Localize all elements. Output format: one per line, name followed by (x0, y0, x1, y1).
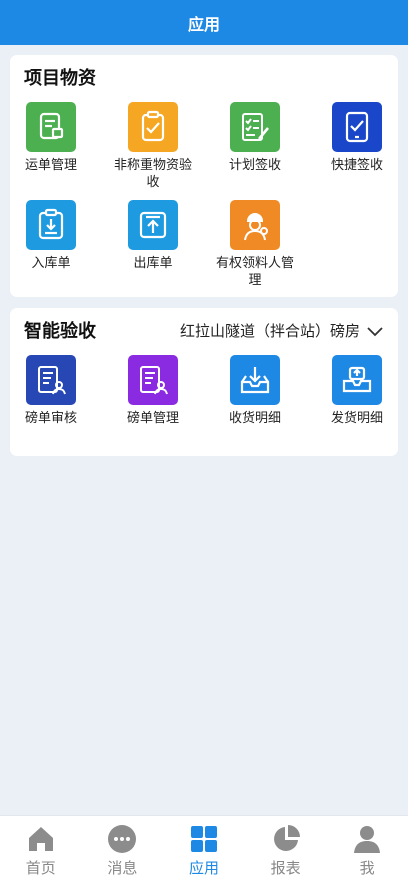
chevron-down-icon (367, 326, 383, 336)
home-icon (28, 827, 53, 851)
tab-reports-label: 报表 (270, 859, 301, 877)
checklist-pen-icon (230, 102, 280, 152)
receive-tray-icon (230, 355, 280, 405)
outbound-order-button[interactable]: 出库单 (103, 200, 203, 272)
plan-signoff-label: 计划签收 (228, 158, 281, 173)
worker-avatar-icon (230, 200, 280, 250)
weigh-review-button[interactable]: 磅单审核 (1, 355, 101, 427)
clipboard-check-icon (128, 102, 178, 152)
outbound-icon (128, 200, 178, 250)
authorized-picker-label: 有权领料人管理 (215, 256, 294, 288)
tab-reports[interactable]: 报表 (245, 816, 327, 883)
page-title: 应用 (187, 14, 220, 34)
non-weighing-label: 非称重物资验收 (113, 158, 192, 190)
header-bar: 应用 (0, 0, 408, 45)
tab-apps[interactable]: 应用 (163, 816, 245, 883)
bottom-tab-bar: 首页 消息 应用 报表 我 (0, 815, 408, 883)
receive-detail-label: 收货明细 (228, 411, 281, 426)
ship-detail-label: 发货明细 (330, 411, 383, 426)
plan-signoff-button[interactable]: 计划签收 (205, 102, 305, 174)
tab-home-label: 首页 (25, 859, 56, 877)
inbound-clipboard-icon (26, 200, 76, 250)
ship-box-icon (332, 355, 382, 405)
tab-apps-label: 应用 (188, 859, 219, 877)
tab-profile-label: 我 (359, 859, 375, 877)
acceptance-title: 智能验收 (24, 321, 96, 342)
weigh-review-icon (26, 355, 76, 405)
inbound-label: 入库单 (31, 256, 71, 271)
outbound-label: 出库单 (133, 256, 173, 271)
ship-detail-button[interactable]: 发货明细 (307, 355, 407, 427)
materials-title: 项目物资 (24, 68, 96, 89)
waybill-icon (26, 102, 76, 152)
tab-home[interactable]: 首页 (0, 816, 82, 883)
site-selector-label: 红拉山隧道（拌合站）磅房 (179, 322, 360, 340)
weigh-manage-label: 磅单管理 (126, 411, 179, 426)
receive-detail-button[interactable]: 收货明细 (205, 355, 305, 427)
report-icon (273, 825, 300, 851)
quick-signoff-button[interactable]: 快捷签收 (307, 102, 407, 174)
user-icon (354, 826, 381, 853)
materials-card: 项目物资 运单管理 非称重物资验收 计划签收 快捷签收 入库单 出库单 有权领料… (10, 55, 398, 297)
message-icon (108, 825, 137, 853)
waybill-label: 运单管理 (24, 158, 77, 173)
weigh-manage-icon (128, 355, 178, 405)
apps-icon (190, 826, 217, 852)
authorized-picker-button[interactable]: 有权领料人管理 (205, 200, 305, 289)
weigh-review-label: 磅单审核 (24, 411, 77, 426)
inbound-order-button[interactable]: 入库单 (1, 200, 101, 272)
tab-profile[interactable]: 我 (326, 816, 408, 883)
tablet-check-icon (332, 102, 382, 152)
site-selector[interactable]: 红拉山隧道（拌合站）磅房 (180, 320, 384, 341)
tab-messages-label: 消息 (107, 859, 138, 877)
weigh-manage-button[interactable]: 磅单管理 (103, 355, 203, 427)
tab-messages[interactable]: 消息 (82, 816, 164, 883)
acceptance-card: 智能验收 红拉山隧道（拌合站）磅房 磅单审核 磅单管理 收货明细 发货明细 (10, 308, 398, 456)
non-weighing-acceptance-button[interactable]: 非称重物资验收 (103, 102, 203, 191)
waybill-management-button[interactable]: 运单管理 (1, 102, 101, 174)
quick-signoff-label: 快捷签收 (330, 158, 383, 173)
